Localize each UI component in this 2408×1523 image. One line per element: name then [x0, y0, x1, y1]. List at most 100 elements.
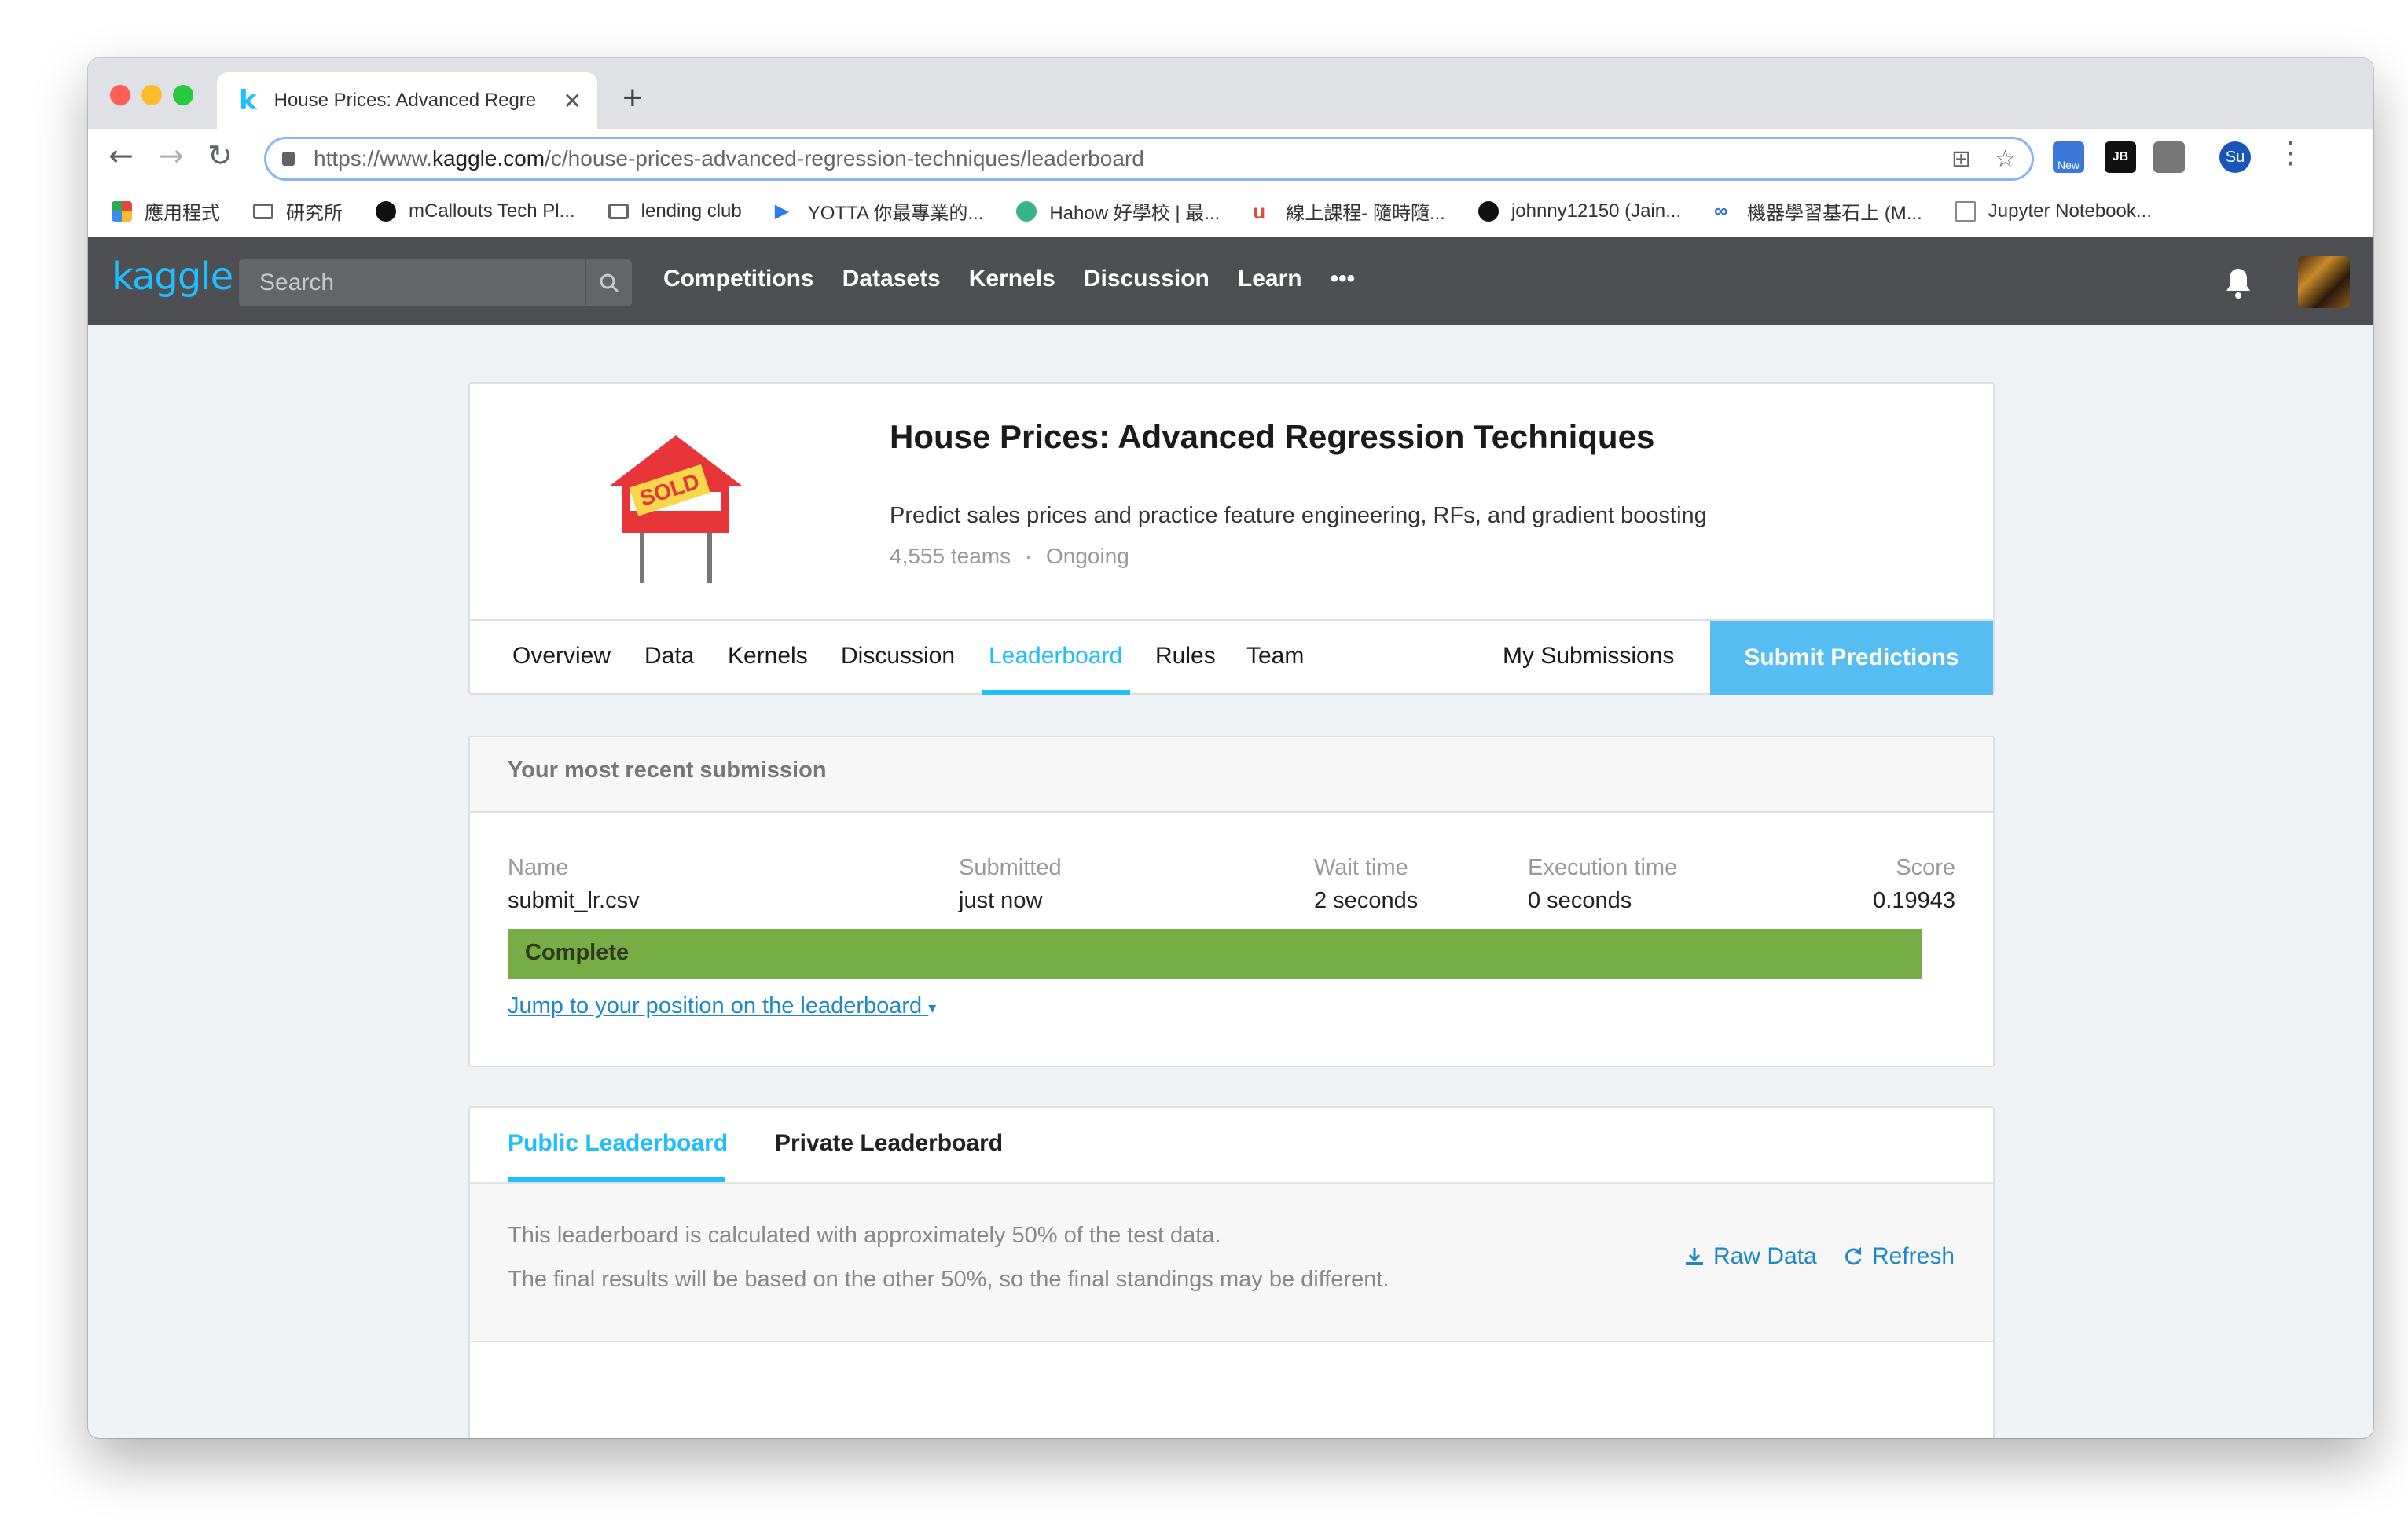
competition-description: Predict sales prices and practice featur… — [890, 503, 1707, 528]
submitted-value: just now — [959, 888, 1043, 913]
leaderboard-card: Public Leaderboard Private Leaderboard T… — [468, 1106, 1995, 1438]
my-submissions-link[interactable]: My Submissions — [1503, 643, 1674, 670]
status-bar: Complete — [508, 929, 1922, 979]
caret-down-icon: ▾ — [928, 1000, 937, 1017]
download-icon — [1686, 1248, 1703, 1265]
translate-icon[interactable]: ⊞ — [1951, 145, 1971, 173]
zoom-window-button[interactable] — [173, 85, 193, 105]
tab-private-leaderboard[interactable]: Private Leaderboard — [775, 1130, 1003, 1157]
competition-title: House Prices: Advanced Regression Techni… — [890, 418, 1655, 455]
reload-icon[interactable]: ↻ — [207, 138, 233, 173]
info-line-2: The final results will be based on the o… — [508, 1267, 1389, 1292]
submission-name: submit_lr.csv — [508, 888, 640, 913]
score-value: 0.19943 — [1873, 888, 1955, 913]
tab-discussion[interactable]: Discussion — [841, 643, 955, 670]
bookmark-star-icon[interactable]: ☆ — [1995, 145, 2016, 173]
jump-to-position-link[interactable]: Jump to your position on the leaderboard… — [508, 993, 936, 1019]
nav-learn[interactable]: Learn — [1238, 266, 1302, 292]
bookmark-item[interactable]: ▶ YOTTA 你最專業的... — [775, 197, 984, 225]
nav-datasets[interactable]: Datasets — [842, 266, 941, 292]
tab-kernels[interactable]: Kernels — [728, 643, 808, 670]
udemy-icon: u — [1253, 199, 1266, 223]
tab-data[interactable]: Data — [644, 643, 694, 670]
kaggle-logo[interactable]: kaggle — [112, 255, 233, 299]
nav-kernels[interactable]: Kernels — [969, 266, 1055, 292]
bookmark-item[interactable]: Hahow 好學校 | 最... — [1016, 197, 1220, 225]
forward-arrow-icon[interactable]: → — [159, 138, 184, 173]
bookmark-item[interactable]: johnny12150 (Jain... — [1477, 200, 1681, 222]
play-icon: ▶ — [774, 200, 790, 222]
leaderboard-tabs: Public Leaderboard Private Leaderboard — [470, 1108, 1993, 1184]
bookmark-item[interactable]: ∞ 機器學習基石上 (M... — [1714, 197, 1922, 225]
kaggle-favicon-icon: k — [239, 85, 257, 116]
minimize-window-button[interactable] — [141, 85, 162, 105]
hahow-icon — [1016, 200, 1037, 222]
back-arrow-icon[interactable]: ← — [108, 138, 134, 173]
teams-count: 4,555 teams — [890, 544, 1011, 568]
sold-sign-image: SOLD — [604, 431, 761, 592]
nav-competitions[interactable]: Competitions — [663, 266, 814, 292]
name-label: Name — [508, 855, 569, 880]
extension-new-icon[interactable]: New — [2053, 141, 2084, 173]
bookmark-item[interactable]: 應用程式 — [112, 197, 220, 225]
folder-icon — [608, 203, 629, 219]
browser-toolbar: ← → ↻ https://www.kaggle.com/c/house-pri… — [88, 129, 2373, 185]
competition-status: Ongoing — [1046, 544, 1129, 568]
close-window-button[interactable] — [110, 85, 130, 105]
url-text: https://www.kaggle.com/c/house-prices-ad… — [314, 146, 1144, 171]
info-line-1: This leaderboard is calculated with appr… — [508, 1223, 1221, 1248]
tab-public-leaderboard[interactable]: Public Leaderboard — [508, 1130, 728, 1157]
bookmark-item[interactable]: 研究所 — [253, 197, 343, 225]
competition-meta: 4,555 teams · Ongoing — [890, 544, 1129, 569]
bookmarks-bar: 應用程式 研究所 mCallouts Tech Pl... lending cl… — [88, 185, 2373, 237]
competition-header-card: SOLD House Prices: Advanced Regression T… — [468, 382, 1995, 695]
github-icon — [1477, 200, 1499, 222]
menu-dots-icon[interactable]: ⋮ — [2276, 135, 2306, 170]
tab-overview[interactable]: Overview — [512, 643, 611, 670]
nav-discussion[interactable]: Discussion — [1084, 266, 1210, 292]
new-tab-button[interactable]: + — [622, 79, 643, 118]
search-icon[interactable] — [585, 259, 632, 306]
tab-leaderboard[interactable]: Leaderboard — [989, 643, 1122, 670]
extension-jb-icon[interactable]: JB — [2105, 141, 2136, 173]
status-text: Complete — [525, 940, 630, 965]
address-bar[interactable]: https://www.kaggle.com/c/house-prices-ad… — [264, 137, 2034, 181]
apps-grid-icon — [112, 200, 132, 222]
coursera-icon: ∞ — [1714, 200, 1728, 222]
search-placeholder: Search — [259, 270, 335, 295]
submit-predictions-button[interactable]: Submit Predictions — [1710, 621, 1993, 695]
lock-icon — [282, 152, 295, 166]
browser-window: k House Prices: Advanced Regre ✕ + ← → ↻… — [88, 58, 2373, 1438]
more-options-icon[interactable]: ••• — [1331, 266, 1356, 292]
bookmark-item[interactable]: lending club — [608, 200, 742, 222]
search-input[interactable]: Search — [239, 259, 632, 306]
profile-avatar[interactable]: Su — [2219, 141, 2251, 173]
refresh-icon — [1845, 1247, 1862, 1265]
recent-submission-card: Your most recent submission Name submit_… — [468, 736, 1995, 1067]
recent-submission-heading: Your most recent submission — [470, 737, 1993, 813]
browser-tab[interactable]: k House Prices: Advanced Regre ✕ — [217, 72, 597, 129]
close-tab-icon[interactable]: ✕ — [563, 88, 582, 114]
submitted-label: Submitted — [959, 855, 1062, 880]
meta-separator: · — [1024, 544, 1033, 568]
tab-title: House Prices: Advanced Regre — [273, 90, 537, 111]
user-avatar[interactable] — [2298, 256, 2350, 308]
bookmark-item[interactable]: u 線上課程- 隨時隨... — [1253, 197, 1445, 225]
refresh-link[interactable]: Refresh — [1842, 1243, 1955, 1270]
bookmark-item[interactable]: mCallouts Tech Pl... — [376, 200, 575, 222]
kaggle-header: kaggle Search Competitions Datasets Kern… — [88, 237, 2373, 325]
tab-rules[interactable]: Rules — [1155, 643, 1216, 670]
main-nav: Competitions Datasets Kernels Discussion… — [663, 266, 1355, 292]
competition-tabs: Overview Data Kernels Discussion Leaderb… — [470, 619, 1993, 695]
execution-time-label: Execution time — [1528, 855, 1678, 880]
public-tab-underline — [508, 1177, 725, 1182]
raw-data-link[interactable]: Raw Data — [1683, 1243, 1817, 1270]
wait-time-value: 2 seconds — [1314, 888, 1419, 913]
tab-team[interactable]: Team — [1246, 643, 1304, 670]
extension-box-icon[interactable] — [2153, 141, 2185, 173]
bookmark-item[interactable]: Jupyter Notebook... — [1955, 200, 2152, 222]
notification-bell-icon[interactable] — [2223, 266, 2254, 304]
medium-icon — [376, 200, 396, 222]
score-label: Score — [1896, 855, 1955, 880]
wait-time-label: Wait time — [1314, 855, 1408, 880]
